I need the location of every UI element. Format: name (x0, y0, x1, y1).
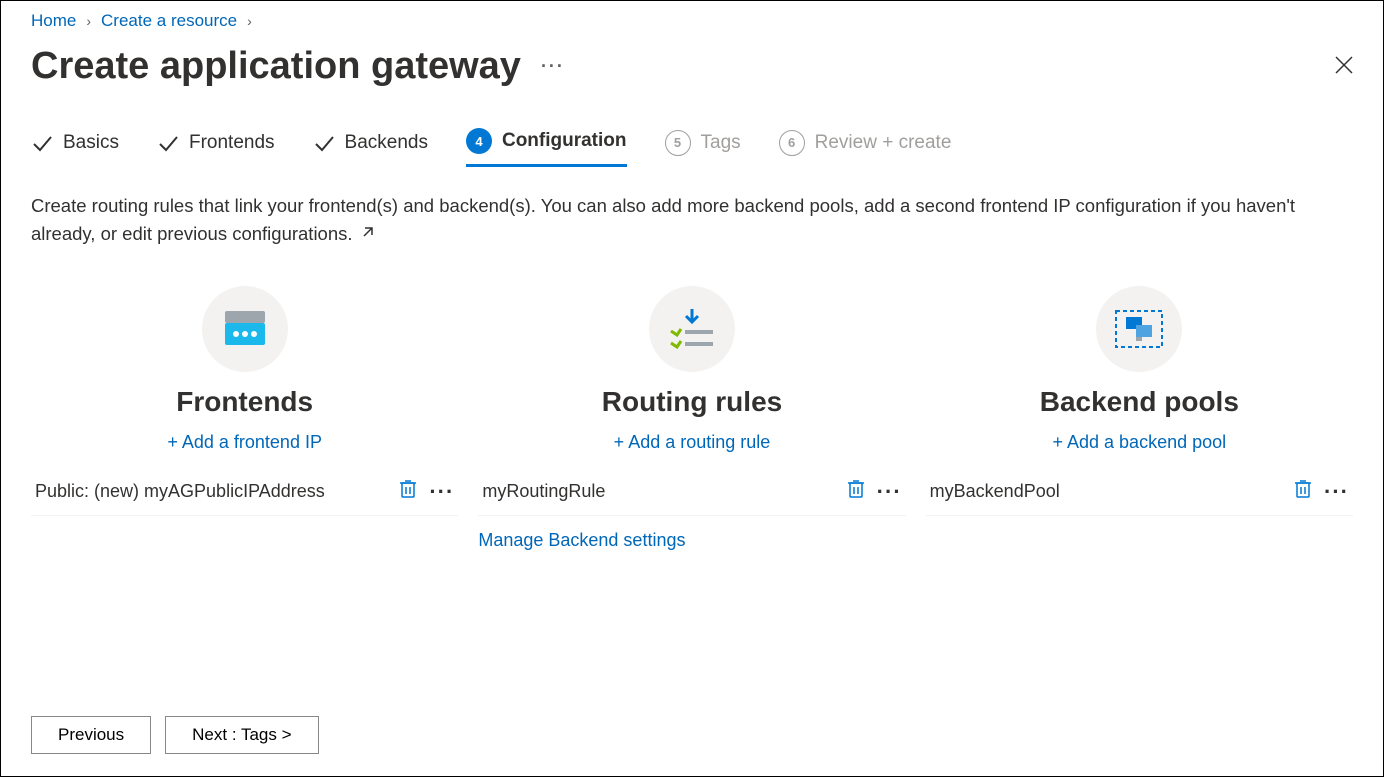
chevron-right-icon: › (247, 13, 252, 29)
frontends-title: Frontends (176, 386, 313, 418)
external-link-icon[interactable] (361, 226, 375, 243)
breadcrumb-home[interactable]: Home (31, 11, 76, 31)
add-frontend-ip-link[interactable]: + Add a frontend IP (167, 432, 322, 453)
breadcrumb: Home › Create a resource › (31, 11, 1353, 31)
tab-configuration[interactable]: 4 Configuration (466, 128, 627, 167)
step-number-icon: 5 (665, 130, 691, 156)
backend-pool-item[interactable]: myBackendPool ··· (926, 469, 1353, 516)
delete-icon[interactable] (847, 479, 865, 504)
tab-tags[interactable]: 5 Tags (665, 128, 741, 167)
routing-rules-title: Routing rules (602, 386, 782, 418)
delete-icon[interactable] (399, 479, 417, 504)
step-number-icon: 4 (466, 128, 492, 154)
page-title: Create application gateway ··· (31, 45, 565, 88)
tab-description: Create routing rules that link your fron… (31, 192, 1353, 248)
next-button[interactable]: Next : Tags > (165, 716, 318, 754)
add-routing-rule-link[interactable]: + Add a routing rule (614, 432, 771, 453)
check-icon (313, 132, 335, 154)
wizard-tabs: Basics Frontends Backends 4 Configuratio… (31, 128, 1353, 168)
routing-rules-icon (649, 286, 735, 372)
manage-backend-settings-link[interactable]: Manage Backend settings (478, 530, 905, 551)
routing-rule-label: myRoutingRule (482, 481, 605, 502)
column-routing-rules: Routing rules + Add a routing rule myRou… (478, 286, 905, 551)
backend-pools-title: Backend pools (1040, 386, 1239, 418)
step-number-icon: 6 (779, 130, 805, 156)
check-icon (31, 132, 53, 154)
tab-frontends[interactable]: Frontends (157, 128, 275, 167)
previous-button[interactable]: Previous (31, 716, 151, 754)
more-icon[interactable]: ··· (429, 479, 454, 505)
more-icon[interactable]: ··· (1324, 479, 1349, 505)
more-icon[interactable]: ··· (541, 56, 565, 77)
add-backend-pool-link[interactable]: + Add a backend pool (1052, 432, 1226, 453)
frontends-icon (202, 286, 288, 372)
backend-pools-icon (1096, 286, 1182, 372)
frontend-item-label: Public: (new) myAGPublicIPAddress (35, 481, 325, 502)
close-icon[interactable] (1335, 54, 1353, 80)
column-frontends: Frontends + Add a frontend IP Public: (n… (31, 286, 458, 551)
tab-basics[interactable]: Basics (31, 128, 119, 167)
delete-icon[interactable] (1294, 479, 1312, 504)
backend-pool-label: myBackendPool (930, 481, 1060, 502)
more-icon[interactable]: ··· (877, 479, 902, 505)
routing-rule-item[interactable]: myRoutingRule ··· (478, 469, 905, 516)
check-icon (157, 132, 179, 154)
tab-review-create[interactable]: 6 Review + create (779, 128, 952, 167)
column-backend-pools: Backend pools + Add a backend pool myBac… (926, 286, 1353, 551)
frontend-item[interactable]: Public: (new) myAGPublicIPAddress ··· (31, 469, 458, 516)
tab-backends[interactable]: Backends (313, 128, 428, 167)
chevron-right-icon: › (86, 13, 91, 29)
breadcrumb-create-resource[interactable]: Create a resource (101, 11, 237, 31)
